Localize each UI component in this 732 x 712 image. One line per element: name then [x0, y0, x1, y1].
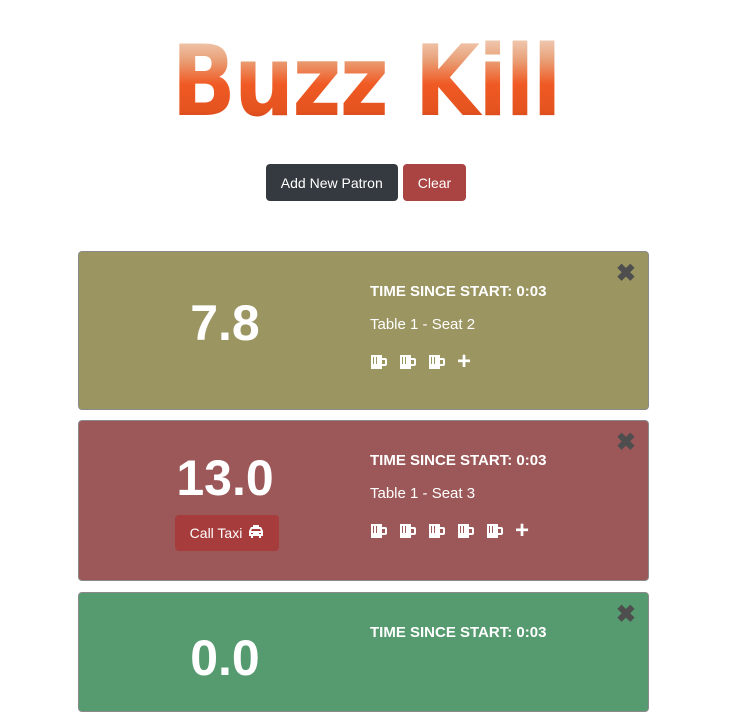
bac-value: 0.0: [190, 630, 260, 686]
patron-card: ✖ 7.8 TIME SINCE START: 0:03 Table 1 - S…: [78, 251, 649, 410]
drink-list: +: [370, 519, 546, 543]
taxi-icon: [248, 525, 264, 541]
add-drink-icon[interactable]: +: [457, 350, 471, 374]
logo-container: Buzz Kill: [0, 30, 732, 134]
beer-mug-icon[interactable]: [399, 354, 417, 370]
close-icon[interactable]: ✖: [616, 601, 636, 629]
beer-mug-icon[interactable]: [370, 354, 388, 370]
call-taxi-button[interactable]: Call Taxi: [175, 515, 279, 551]
beer-mug-icon[interactable]: [428, 354, 446, 370]
clear-button[interactable]: Clear: [402, 164, 467, 201]
bac-value: 13.0: [176, 450, 274, 506]
patron-info: TIME SINCE START: 0:03: [370, 624, 546, 641]
beer-mug-icon[interactable]: [399, 523, 417, 539]
drink-list: +: [370, 350, 546, 374]
app-logo: Buzz Kill: [171, 25, 562, 139]
add-patron-button[interactable]: Add New Patron: [265, 164, 398, 201]
patron-card: ✖ 13.0 Call Taxi TIME SINCE START: 0:03 …: [78, 420, 649, 581]
seat-label: Table 1 - Seat 2: [370, 316, 476, 333]
call-taxi-label: Call Taxi: [189, 525, 243, 541]
timer-text: TIME SINCE START: 0:03: [370, 283, 547, 300]
patron-info: TIME SINCE START: 0:03 Table 1 - Seat 3 …: [370, 452, 547, 543]
toolbar: Add New Patron Clear: [0, 164, 732, 201]
bac-value: 7.8: [190, 295, 260, 351]
beer-mug-icon[interactable]: [428, 523, 446, 539]
timer-text: TIME SINCE START: 0:03: [370, 452, 547, 469]
close-icon[interactable]: ✖: [616, 260, 636, 288]
add-drink-icon[interactable]: +: [515, 519, 529, 543]
patron-card: ✖ 0.0 TIME SINCE START: 0:03: [78, 592, 649, 712]
patron-info: TIME SINCE START: 0:03 Table 1 - Seat 2 …: [370, 283, 547, 374]
seat-label: Table 1 - Seat 3: [370, 485, 476, 502]
beer-mug-icon[interactable]: [457, 523, 475, 539]
close-icon[interactable]: ✖: [616, 429, 636, 457]
beer-mug-icon[interactable]: [370, 523, 388, 539]
timer-text: TIME SINCE START: 0:03: [370, 624, 547, 641]
beer-mug-icon[interactable]: [486, 523, 504, 539]
